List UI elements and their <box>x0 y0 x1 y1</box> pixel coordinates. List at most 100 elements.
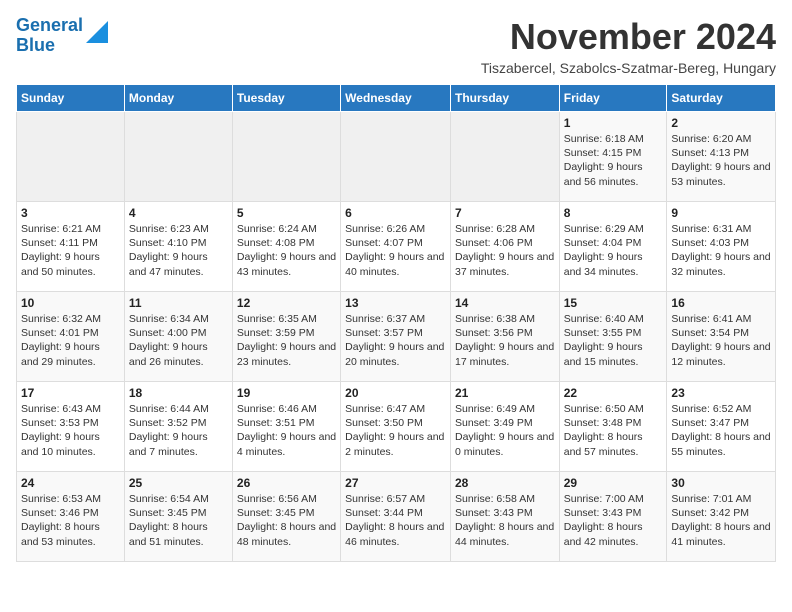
day-info: Sunrise: 6:31 AM Sunset: 4:03 PM Dayligh… <box>671 222 771 279</box>
day-cell: 12 Sunrise: 6:35 AM Sunset: 3:59 PM Dayli… <box>232 292 340 382</box>
day-cell: 28 Sunrise: 6:58 AM Sunset: 3:43 PM Dayli… <box>450 472 559 562</box>
day-info: Sunrise: 6:41 AM Sunset: 3:54 PM Dayligh… <box>671 312 771 369</box>
day-number: 17 <box>21 386 120 400</box>
day-cell: 22 Sunrise: 6:50 AM Sunset: 3:48 PM Dayli… <box>559 382 667 472</box>
day-cell: 10 Sunrise: 6:32 AM Sunset: 4:01 PM Dayli… <box>17 292 125 382</box>
day-info: Sunrise: 6:54 AM Sunset: 3:45 PM Dayligh… <box>129 492 228 549</box>
day-number: 29 <box>564 476 663 490</box>
day-cell: 26Sunrise: 6:56 AM Sunset: 3:45 PM Dayli… <box>232 472 340 562</box>
day-cell: 16 Sunrise: 6:41 AM Sunset: 3:54 PM Dayli… <box>667 292 776 382</box>
day-cell <box>232 112 340 202</box>
day-cell <box>450 112 559 202</box>
page-header: General Blue November 2024 Tiszabercel, … <box>16 16 776 76</box>
day-info: Sunrise: 6:50 AM Sunset: 3:48 PM Dayligh… <box>564 402 663 459</box>
day-cell: 1 Sunrise: 6:18 AM Sunset: 4:15 PM Daylig… <box>559 112 667 202</box>
day-number: 16 <box>671 296 771 310</box>
day-info: Sunrise: 6:56 AM Sunset: 3:45 PM Dayligh… <box>237 492 336 549</box>
day-cell: 8 Sunrise: 6:29 AM Sunset: 4:04 PM Daylig… <box>559 202 667 292</box>
day-cell: 17 Sunrise: 6:43 AM Sunset: 3:53 PM Dayli… <box>17 382 125 472</box>
day-number: 8 <box>564 206 663 220</box>
day-number: 1 <box>564 116 663 130</box>
day-number: 21 <box>455 386 555 400</box>
day-cell: 19Sunrise: 6:46 AM Sunset: 3:51 PM Dayli… <box>232 382 340 472</box>
day-info: Sunrise: 6:18 AM Sunset: 4:15 PM Dayligh… <box>564 132 663 189</box>
day-number: 28 <box>455 476 555 490</box>
col-header-monday: Monday <box>124 85 232 112</box>
day-cell: 24 Sunrise: 6:53 AM Sunset: 3:46 PM Dayli… <box>17 472 125 562</box>
day-number: 25 <box>129 476 228 490</box>
day-cell: 27 Sunrise: 6:57 AM Sunset: 3:44 PM Dayli… <box>341 472 451 562</box>
day-info: Sunrise: 6:49 AM Sunset: 3:49 PM Dayligh… <box>455 402 555 459</box>
day-cell: 6 Sunrise: 6:26 AM Sunset: 4:07 PM Daylig… <box>341 202 451 292</box>
day-number: 22 <box>564 386 663 400</box>
day-info: Sunrise: 6:58 AM Sunset: 3:43 PM Dayligh… <box>455 492 555 549</box>
logo-icon <box>86 21 108 43</box>
day-cell: 13 Sunrise: 6:37 AM Sunset: 3:57 PM Dayli… <box>341 292 451 382</box>
day-cell: 20 Sunrise: 6:47 AM Sunset: 3:50 PM Dayli… <box>341 382 451 472</box>
day-info: Sunrise: 6:35 AM Sunset: 3:59 PM Dayligh… <box>237 312 336 369</box>
day-cell: 4 Sunrise: 6:23 AM Sunset: 4:10 PM Daylig… <box>124 202 232 292</box>
day-number: 11 <box>129 296 228 310</box>
day-info: Sunrise: 6:57 AM Sunset: 3:44 PM Dayligh… <box>345 492 446 549</box>
day-info: Sunrise: 6:21 AM Sunset: 4:11 PM Dayligh… <box>21 222 120 279</box>
day-number: 10 <box>21 296 120 310</box>
day-number: 13 <box>345 296 446 310</box>
calendar-header-row: SundayMondayTuesdayWednesdayThursdayFrid… <box>17 85 776 112</box>
day-number: 6 <box>345 206 446 220</box>
day-cell: 14 Sunrise: 6:38 AM Sunset: 3:56 PM Dayli… <box>450 292 559 382</box>
day-info: Sunrise: 6:23 AM Sunset: 4:10 PM Dayligh… <box>129 222 228 279</box>
week-row-3: 10 Sunrise: 6:32 AM Sunset: 4:01 PM Dayli… <box>17 292 776 382</box>
day-number: 20 <box>345 386 446 400</box>
col-header-sunday: Sunday <box>17 85 125 112</box>
week-row-5: 24 Sunrise: 6:53 AM Sunset: 3:46 PM Dayli… <box>17 472 776 562</box>
day-cell: 3Sunrise: 6:21 AM Sunset: 4:11 PM Daylig… <box>17 202 125 292</box>
day-number: 14 <box>455 296 555 310</box>
week-row-1: 1 Sunrise: 6:18 AM Sunset: 4:15 PM Daylig… <box>17 112 776 202</box>
day-info: Sunrise: 6:52 AM Sunset: 3:47 PM Dayligh… <box>671 402 771 459</box>
logo: General Blue <box>16 16 108 56</box>
day-info: Sunrise: 6:26 AM Sunset: 4:07 PM Dayligh… <box>345 222 446 279</box>
day-cell: 9 Sunrise: 6:31 AM Sunset: 4:03 PM Daylig… <box>667 202 776 292</box>
day-cell: 7 Sunrise: 6:28 AM Sunset: 4:06 PM Daylig… <box>450 202 559 292</box>
day-number: 4 <box>129 206 228 220</box>
day-cell: 2Sunrise: 6:20 AM Sunset: 4:13 PM Daylig… <box>667 112 776 202</box>
day-number: 15 <box>564 296 663 310</box>
logo-line1: General <box>16 15 83 35</box>
day-number: 5 <box>237 206 336 220</box>
day-info: Sunrise: 7:00 AM Sunset: 3:43 PM Dayligh… <box>564 492 663 549</box>
day-info: Sunrise: 6:40 AM Sunset: 3:55 PM Dayligh… <box>564 312 663 369</box>
day-info: Sunrise: 6:32 AM Sunset: 4:01 PM Dayligh… <box>21 312 120 369</box>
day-info: Sunrise: 6:28 AM Sunset: 4:06 PM Dayligh… <box>455 222 555 279</box>
day-number: 27 <box>345 476 446 490</box>
day-info: Sunrise: 6:43 AM Sunset: 3:53 PM Dayligh… <box>21 402 120 459</box>
day-cell <box>341 112 451 202</box>
calendar-table: SundayMondayTuesdayWednesdayThursdayFrid… <box>16 84 776 562</box>
week-row-2: 3Sunrise: 6:21 AM Sunset: 4:11 PM Daylig… <box>17 202 776 292</box>
col-header-thursday: Thursday <box>450 85 559 112</box>
location-subtitle: Tiszabercel, Szabolcs-Szatmar-Bereg, Hun… <box>481 60 776 76</box>
day-info: Sunrise: 6:53 AM Sunset: 3:46 PM Dayligh… <box>21 492 120 549</box>
day-info: Sunrise: 6:37 AM Sunset: 3:57 PM Dayligh… <box>345 312 446 369</box>
day-cell: 25 Sunrise: 6:54 AM Sunset: 3:45 PM Dayli… <box>124 472 232 562</box>
logo-line2: Blue <box>16 35 55 55</box>
day-cell <box>17 112 125 202</box>
col-header-tuesday: Tuesday <box>232 85 340 112</box>
week-row-4: 17 Sunrise: 6:43 AM Sunset: 3:53 PM Dayli… <box>17 382 776 472</box>
title-block: November 2024 Tiszabercel, Szabolcs-Szat… <box>481 16 776 76</box>
day-cell: 15 Sunrise: 6:40 AM Sunset: 3:55 PM Dayli… <box>559 292 667 382</box>
day-number: 19 <box>237 386 336 400</box>
day-number: 7 <box>455 206 555 220</box>
col-header-friday: Friday <box>559 85 667 112</box>
day-info: Sunrise: 6:47 AM Sunset: 3:50 PM Dayligh… <box>345 402 446 459</box>
day-info: Sunrise: 6:38 AM Sunset: 3:56 PM Dayligh… <box>455 312 555 369</box>
day-info: Sunrise: 6:34 AM Sunset: 4:00 PM Dayligh… <box>129 312 228 369</box>
day-number: 24 <box>21 476 120 490</box>
day-info: Sunrise: 6:29 AM Sunset: 4:04 PM Dayligh… <box>564 222 663 279</box>
day-number: 9 <box>671 206 771 220</box>
day-cell: 30Sunrise: 7:01 AM Sunset: 3:42 PM Dayli… <box>667 472 776 562</box>
day-number: 12 <box>237 296 336 310</box>
day-cell: 23Sunrise: 6:52 AM Sunset: 3:47 PM Dayli… <box>667 382 776 472</box>
col-header-wednesday: Wednesday <box>341 85 451 112</box>
day-number: 18 <box>129 386 228 400</box>
logo-text: General Blue <box>16 16 83 56</box>
